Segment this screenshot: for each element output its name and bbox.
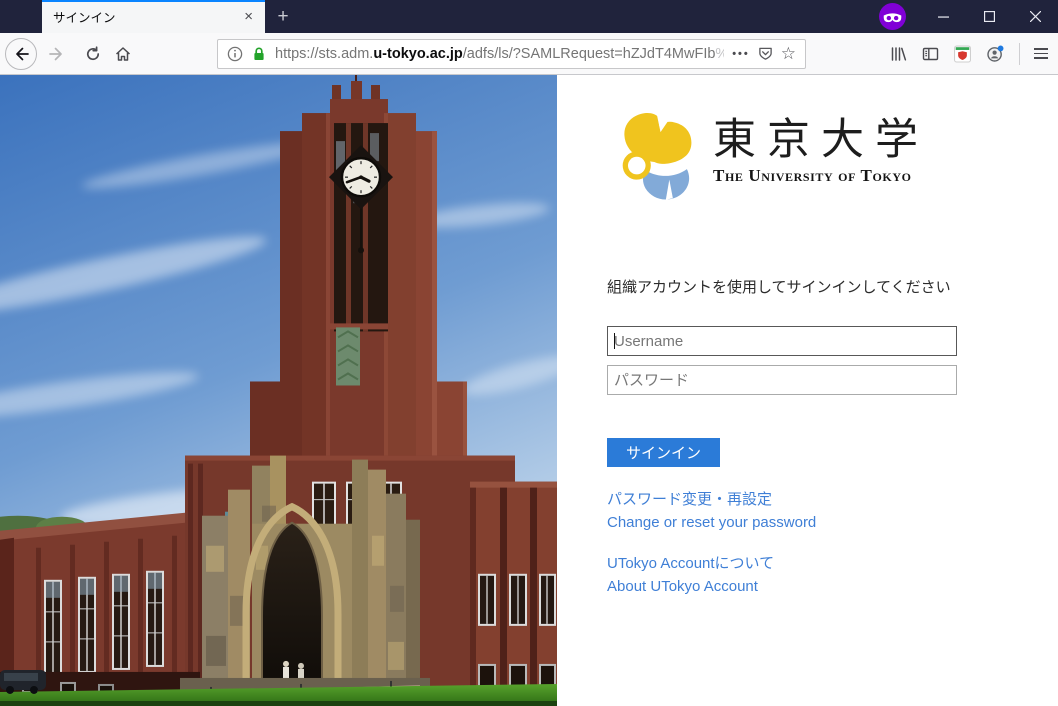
url-domain: u-tokyo.ac.jp <box>373 46 462 62</box>
https-lock-icon[interactable] <box>251 46 267 62</box>
password-input[interactable] <box>607 365 957 395</box>
private-browsing-mask-icon <box>879 3 906 30</box>
page-actions-icon[interactable]: ••• <box>732 48 750 60</box>
logo-text: 東京大学 The University of Tokyo <box>713 109 929 186</box>
navigation-toolbar: https://sts.adm.u-tokyo.ac.jp/adfs/ls/?S… <box>0 33 1058 75</box>
maximize-button[interactable] <box>966 0 1012 33</box>
utokyo-logo: 東京大学 The University of Tokyo <box>613 109 929 206</box>
window-controls <box>920 0 1058 33</box>
toolbar-separator <box>1019 43 1020 65</box>
change-password-link-en[interactable]: Change or reset your password <box>607 511 816 534</box>
reload-button[interactable] <box>77 38 109 70</box>
password-field-wrap <box>607 365 957 395</box>
campus-photo <box>0 75 557 706</box>
library-icon[interactable] <box>890 46 907 62</box>
signin-button[interactable]: サインイン <box>607 438 720 467</box>
pocket-icon[interactable] <box>758 46 773 61</box>
about-account-link-jp[interactable]: UTokyo Accountについて <box>607 552 774 575</box>
about-links: UTokyo Accountについて About UTokyo Account <box>607 552 774 598</box>
tab-title: サインイン <box>53 7 240 26</box>
password-links: パスワード変更・再設定 Change or reset your passwor… <box>607 488 816 534</box>
home-button[interactable] <box>107 38 139 70</box>
text-caret <box>614 333 615 349</box>
minimize-button[interactable] <box>920 0 966 33</box>
about-account-link-en[interactable]: About UTokyo Account <box>607 575 774 598</box>
extension-account-icon[interactable] <box>986 45 1004 63</box>
page-content: 東京大学 The University of Tokyo 組織アカウントを使用し… <box>0 75 1058 706</box>
tab-close-icon[interactable]: × <box>240 7 257 26</box>
close-button[interactable] <box>1012 0 1058 33</box>
forward-button[interactable] <box>41 38 73 70</box>
logo-title-jp: 東京大学 <box>713 117 929 164</box>
titlebar: サインイン × + <box>0 0 1058 33</box>
url-path: /adfs/ls/?SAMLRequest=hZJdT4MwFIb <box>463 46 716 62</box>
site-info-icon[interactable] <box>227 46 243 62</box>
username-field-wrap <box>607 326 957 356</box>
url-text[interactable]: https://sts.adm.u-tokyo.ac.jp/adfs/ls/?S… <box>275 46 724 62</box>
bookmark-star-icon[interactable]: ☆ <box>781 45 796 62</box>
new-tab-button[interactable]: + <box>267 0 299 33</box>
extension-shield-icon[interactable] <box>954 45 971 62</box>
ginkgo-leaf-icon <box>613 109 701 206</box>
sidebar-toggle-icon[interactable] <box>922 46 939 62</box>
logo-title-en: The University of Tokyo <box>713 166 929 186</box>
url-bar[interactable]: https://sts.adm.u-tokyo.ac.jp/adfs/ls/?S… <box>217 39 806 69</box>
change-password-link-jp[interactable]: パスワード変更・再設定 <box>607 488 816 511</box>
url-truncation: % <box>715 46 724 62</box>
signin-panel: 東京大学 The University of Tokyo 組織アカウントを使用し… <box>557 75 1058 706</box>
url-scheme: https://sts.adm. <box>275 46 373 62</box>
tab-signin[interactable]: サインイン × <box>42 0 265 33</box>
signin-instruction: 組織アカウントを使用してサインインしてください <box>607 276 951 297</box>
hamburger-menu-icon[interactable] <box>1026 39 1056 69</box>
back-button[interactable] <box>5 38 37 70</box>
username-input[interactable] <box>607 326 957 356</box>
browser-window: サインイン × + <box>0 0 1058 706</box>
